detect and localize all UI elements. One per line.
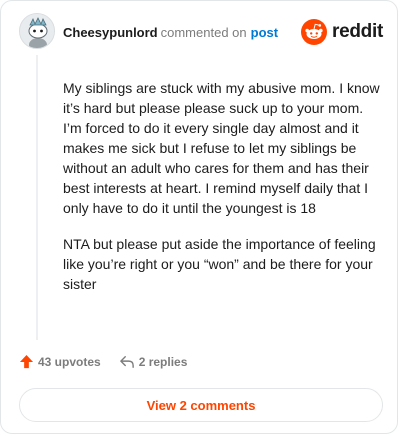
comment-paragraph: NTA but please put aside the importance … xyxy=(63,236,376,292)
comment-actions: 43 upvotes 2 replies xyxy=(19,354,187,369)
reddit-logo-icon xyxy=(301,19,328,45)
replies-button[interactable]: 2 replies xyxy=(119,354,188,369)
avatar-icon xyxy=(20,14,54,48)
post-link[interactable]: post xyxy=(251,25,278,40)
upvote-button[interactable]: 43 upvotes xyxy=(19,354,101,369)
avatar[interactable] xyxy=(19,13,55,49)
replies-count: 2 replies xyxy=(138,354,188,369)
commented-on-text: commented on xyxy=(160,25,247,40)
comment-paragraph: My siblings are stuck with my abusive mo… xyxy=(63,80,380,216)
comment-header: Cheesypunlord commented on post xyxy=(63,25,278,41)
upvote-count: 43 upvotes xyxy=(38,354,101,369)
username[interactable]: Cheesypunlord xyxy=(63,25,158,40)
reddit-logo-text: reddit xyxy=(332,21,383,42)
view-comments-button[interactable]: View 2 comments xyxy=(19,388,383,422)
reddit-logo[interactable]: reddit xyxy=(301,19,383,45)
reply-arrow-icon xyxy=(119,355,134,368)
thread-line[interactable] xyxy=(36,55,38,340)
comment-body: My siblings are stuck with my abusive mo… xyxy=(63,78,385,310)
upvote-arrow-icon xyxy=(19,354,34,369)
comment-card: Cheesypunlord commented on post reddit My … xyxy=(0,0,398,434)
